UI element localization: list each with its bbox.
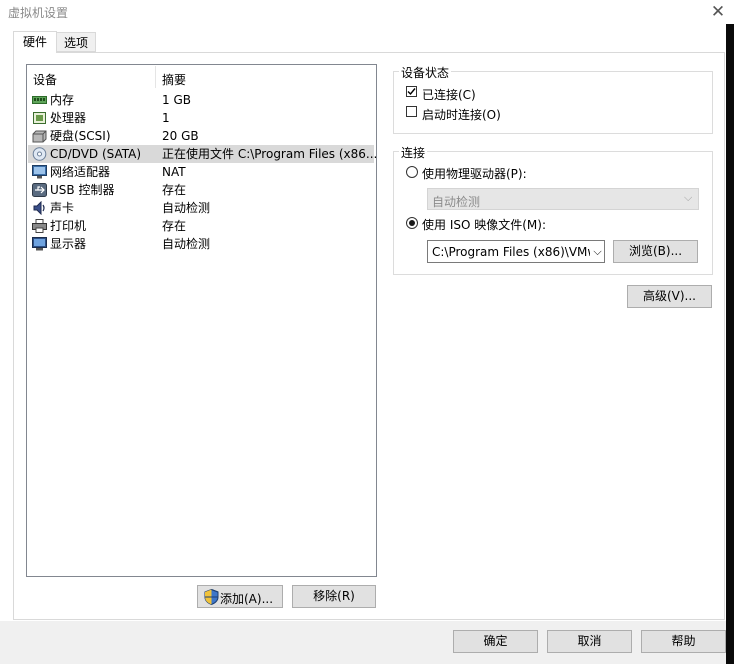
device-name: USB 控制器	[50, 183, 115, 197]
physical-drive-dropdown[interactable]: 自动检测 ⌵	[427, 188, 699, 210]
device-summary: 自动检测	[162, 237, 211, 251]
device-name: 声卡	[50, 201, 75, 215]
connection-title: 连接	[399, 144, 428, 161]
radio-selected-dot	[409, 220, 415, 226]
display-icon	[32, 237, 47, 251]
device-name: 网络适配器	[50, 165, 111, 179]
device-name: 处理器	[50, 111, 87, 125]
chevron-down-icon[interactable]: ⌵	[590, 241, 604, 262]
device-name: 显示器	[50, 237, 87, 251]
cancel-button[interactable]: 取消	[547, 630, 632, 653]
window-title: 虚拟机设置	[8, 6, 69, 20]
network-adapter-icon	[32, 165, 47, 179]
chevron-down-icon: ⌵	[684, 191, 693, 204]
device-summary: 20 GB	[162, 129, 199, 143]
device-row-display[interactable]: 显示器 自动检测	[28, 235, 374, 253]
device-row-sound-card[interactable]: 声卡 自动检测	[28, 199, 374, 217]
help-button[interactable]: 帮助	[641, 630, 726, 653]
connected-checkbox[interactable]	[406, 86, 417, 97]
advanced-button[interactable]: 高级(V)...	[627, 285, 712, 308]
device-row-usb-controller[interactable]: USB 控制器 存在	[28, 181, 374, 199]
cd-dvd-icon	[32, 147, 47, 161]
column-header-device[interactable]: 设备	[33, 71, 57, 88]
device-row-processor[interactable]: 处理器 1	[28, 109, 374, 127]
window-edge	[726, 24, 734, 664]
close-icon[interactable]: ✕	[706, 1, 730, 23]
iso-image-radio[interactable]	[406, 217, 418, 229]
remove-button[interactable]: 移除(R)	[292, 585, 376, 608]
device-summary: 1 GB	[162, 93, 191, 107]
browse-button[interactable]: 浏览(B)...	[613, 240, 698, 263]
device-summary: 存在	[162, 183, 187, 197]
tab-hardware[interactable]: 硬件	[13, 31, 57, 53]
physical-drive-label[interactable]: 使用物理驱动器(P):	[422, 165, 527, 182]
device-row-network-adapter[interactable]: 网络适配器 NAT	[28, 163, 374, 181]
iso-image-label[interactable]: 使用 ISO 映像文件(M):	[422, 216, 546, 233]
hard-disk-icon	[32, 129, 47, 143]
add-button[interactable]: 添加(A)...	[197, 585, 283, 608]
device-row-memory[interactable]: 内存 1 GB	[28, 91, 374, 109]
physical-drive-radio[interactable]	[406, 166, 418, 178]
memory-icon	[32, 93, 47, 107]
device-name: 内存	[50, 93, 75, 107]
device-row-cd-dvd[interactable]: CD/DVD (SATA) 正在使用文件 C:\Program Files (x…	[28, 145, 378, 163]
column-header-summary[interactable]: 摘要	[162, 71, 186, 88]
device-summary: 1	[162, 111, 170, 125]
physical-drive-dropdown-value: 自动检测	[432, 195, 481, 209]
printer-icon	[32, 219, 47, 233]
iso-path-combobox[interactable]: C:\Program Files (x86)\VMw ⌵	[427, 240, 605, 263]
device-summary: NAT	[162, 165, 186, 179]
device-name: 打印机	[50, 219, 87, 233]
title-bar	[0, 0, 734, 24]
device-status-title: 设备状态	[399, 64, 452, 81]
connect-at-power-on-label[interactable]: 启动时连接(O)	[422, 106, 501, 123]
connect-at-power-on-checkbox[interactable]	[406, 106, 417, 117]
usb-icon	[32, 183, 47, 197]
device-name: 硬盘(SCSI)	[50, 129, 111, 143]
device-summary: 存在	[162, 219, 187, 233]
connected-label[interactable]: 已连接(C)	[422, 86, 476, 103]
shield-icon	[204, 588, 219, 606]
device-row-hard-disk[interactable]: 硬盘(SCSI) 20 GB	[28, 127, 374, 145]
device-name: CD/DVD (SATA)	[50, 147, 142, 161]
ok-button[interactable]: 确定	[453, 630, 538, 653]
column-divider[interactable]	[155, 66, 156, 88]
device-row-printer[interactable]: 打印机 存在	[28, 217, 374, 235]
add-button-label: 添加(A)...	[220, 592, 274, 606]
device-summary: 正在使用文件 C:\Program Files (x86...	[162, 147, 378, 161]
iso-path-value: C:\Program Files (x86)\VMw	[432, 245, 598, 259]
tab-options[interactable]: 选项	[57, 32, 96, 52]
sound-card-icon	[32, 200, 47, 216]
device-summary: 自动检测	[162, 201, 211, 215]
processor-icon	[32, 111, 47, 125]
